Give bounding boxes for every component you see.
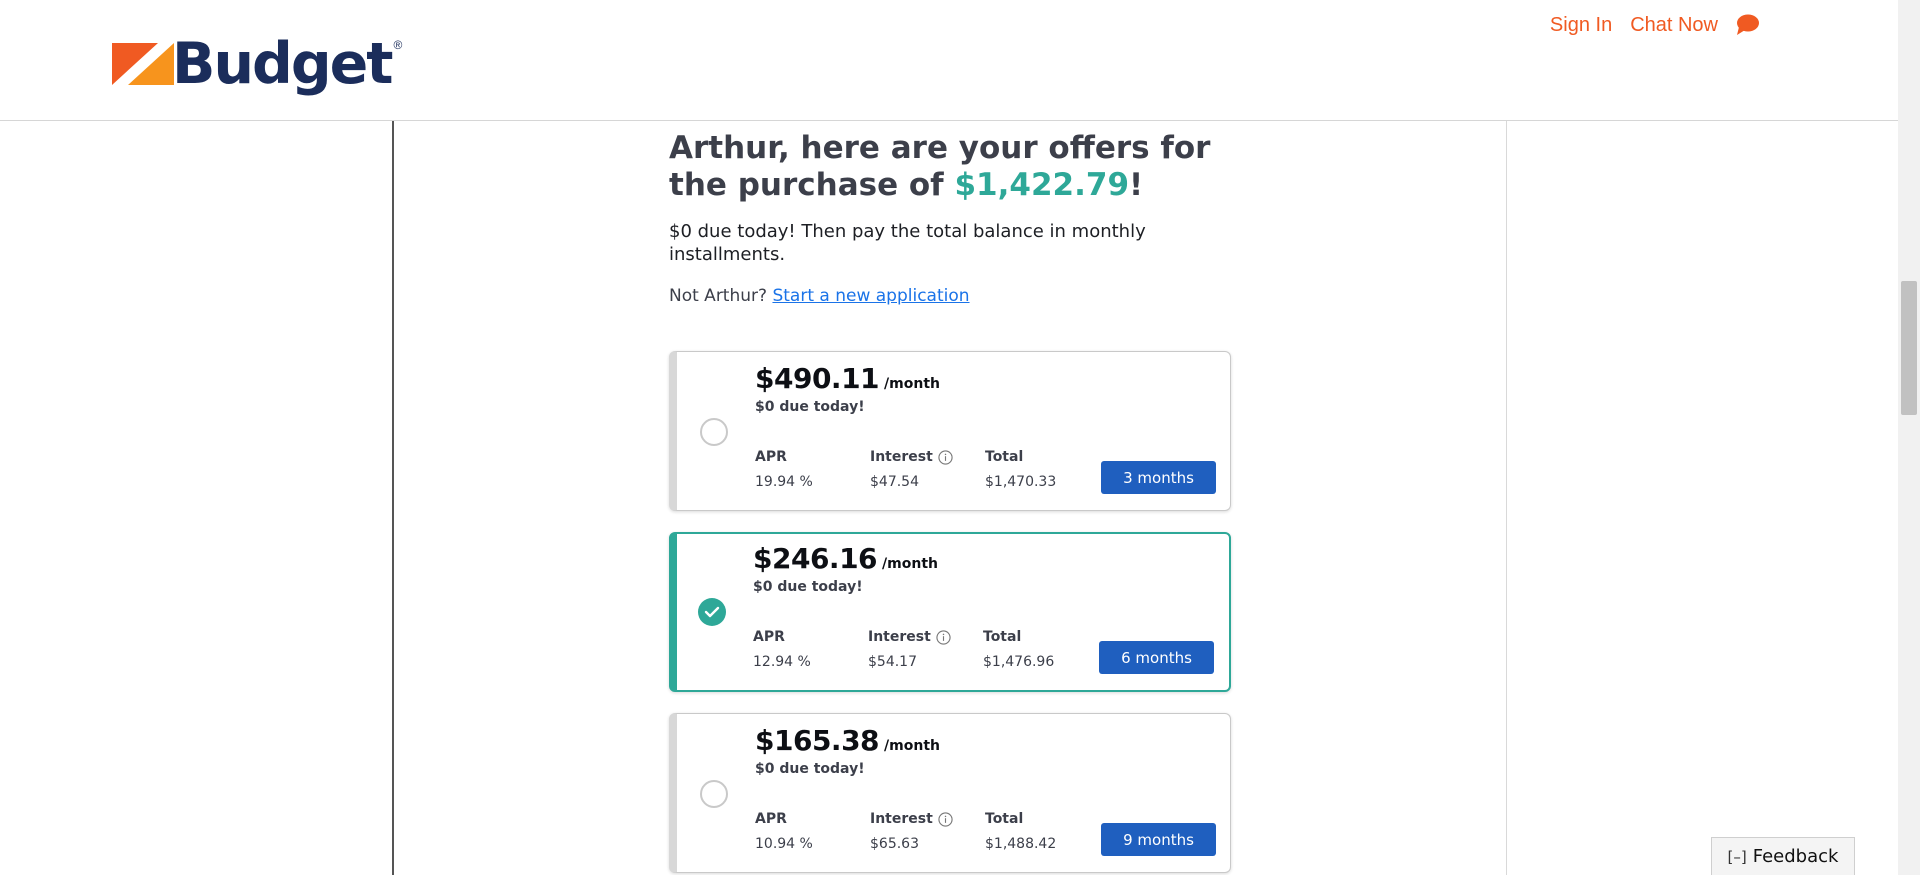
interest-value: $65.63: [870, 836, 919, 852]
interest-label: Interest: [870, 449, 933, 465]
term-button[interactable]: 3 months: [1101, 461, 1216, 494]
interest-label-row: Interest: [870, 449, 953, 465]
total-label: Total: [983, 629, 1022, 645]
purchase-amount: $1,422.79: [954, 167, 1130, 203]
due-today-text: $0 due today!: [755, 399, 865, 415]
interest-label-row: Interest: [870, 811, 953, 827]
page-title: Arthur, here are your offers for the pur…: [669, 130, 1234, 204]
offers-intro: Arthur, here are your offers for the pur…: [669, 130, 1234, 306]
apr-stat: APR 19.94 %: [755, 449, 813, 490]
term-button[interactable]: 9 months: [1101, 823, 1216, 856]
interest-label-row: Interest: [868, 629, 951, 645]
content-right-border: [1506, 121, 1507, 875]
feedback-tab[interactable]: [–] Feedback: [1711, 837, 1855, 875]
total-stat: Total $1,488.42: [985, 811, 1056, 852]
apr-label: APR: [753, 629, 785, 645]
interest-stat: Interest $65.63: [870, 811, 953, 852]
total-value: $1,470.33: [985, 474, 1057, 490]
offer-price-row: $165.38 /month: [755, 724, 940, 757]
monthly-price: $490.11: [755, 362, 880, 395]
offer-price-row: $490.11 /month: [755, 362, 940, 395]
monthly-price: $246.16: [753, 542, 878, 575]
per-month-label: /month: [884, 376, 940, 392]
apr-stat: APR 12.94 %: [753, 629, 811, 670]
checkmark-icon: [704, 606, 720, 618]
due-today-text: $0 due today!: [755, 761, 865, 777]
not-user-line: Not Arthur? Start a new application: [669, 286, 1234, 306]
apr-label: APR: [755, 811, 787, 827]
page-scrollbar[interactable]: [1898, 0, 1920, 875]
headline-suffix: !: [1129, 167, 1144, 203]
total-label: Total: [985, 811, 1024, 827]
due-today-text: $0 due today!: [753, 579, 863, 595]
apr-stat: APR 10.94 %: [755, 811, 813, 852]
info-icon[interactable]: [936, 629, 951, 645]
info-icon[interactable]: [938, 449, 953, 465]
header-links: Sign In Chat Now: [1550, 13, 1760, 37]
interest-value: $54.17: [868, 654, 917, 670]
interest-label: Interest: [868, 629, 931, 645]
apr-value: 12.94 %: [753, 654, 811, 670]
interest-value: $47.54: [870, 474, 919, 490]
logo-text: Budget: [172, 31, 394, 97]
budget-logo-mark-icon: [112, 42, 174, 85]
info-icon[interactable]: [938, 811, 953, 827]
offers-subtext: $0 due today! Then pay the total balance…: [669, 221, 1146, 265]
apr-value: 10.94 %: [755, 836, 813, 852]
chat-bubble-icon[interactable]: [1734, 13, 1760, 37]
content-left-border: [392, 121, 394, 875]
interest-stat: Interest $47.54: [870, 449, 953, 490]
offer-radio[interactable]: [700, 780, 728, 808]
total-stat: Total $1,470.33: [985, 449, 1056, 490]
apr-value: 19.94 %: [755, 474, 813, 490]
per-month-label: /month: [884, 738, 940, 754]
offer-card-9-months[interactable]: $165.38 /month $0 due today! APR 10.94 %…: [669, 713, 1231, 873]
registered-mark: ®: [393, 37, 403, 52]
not-user-text: Not Arthur?: [669, 286, 768, 306]
total-value: $1,476.96: [983, 654, 1055, 670]
offer-radio[interactable]: [700, 418, 728, 446]
total-stat: Total $1,476.96: [983, 629, 1054, 670]
total-value: $1,488.42: [985, 836, 1057, 852]
scrollbar-thumb[interactable]: [1901, 281, 1917, 415]
offer-card-3-months[interactable]: $490.11 /month $0 due today! APR 19.94 %…: [669, 351, 1231, 511]
feedback-collapse-icon[interactable]: [–]: [1728, 848, 1747, 866]
offer-price-row: $246.16 /month: [753, 542, 938, 575]
total-label: Total: [985, 449, 1024, 465]
chat-now-link[interactable]: Chat Now: [1630, 14, 1718, 37]
apr-label: APR: [755, 449, 787, 465]
term-button[interactable]: 6 months: [1099, 641, 1214, 674]
offer-radio-selected[interactable]: [698, 598, 726, 626]
interest-label: Interest: [870, 811, 933, 827]
monthly-price: $165.38: [755, 724, 880, 757]
site-header: Budget ® Sign In Chat Now: [0, 0, 1898, 121]
offer-card-6-months[interactable]: $246.16 /month $0 due today! APR 12.94 %…: [669, 532, 1231, 692]
start-new-application-link[interactable]: Start a new application: [772, 286, 969, 306]
sign-in-link[interactable]: Sign In: [1550, 14, 1612, 37]
per-month-label: /month: [882, 556, 938, 572]
interest-stat: Interest $54.17: [868, 629, 951, 670]
feedback-label: Feedback: [1752, 846, 1839, 867]
budget-logo[interactable]: Budget ®: [112, 31, 403, 97]
